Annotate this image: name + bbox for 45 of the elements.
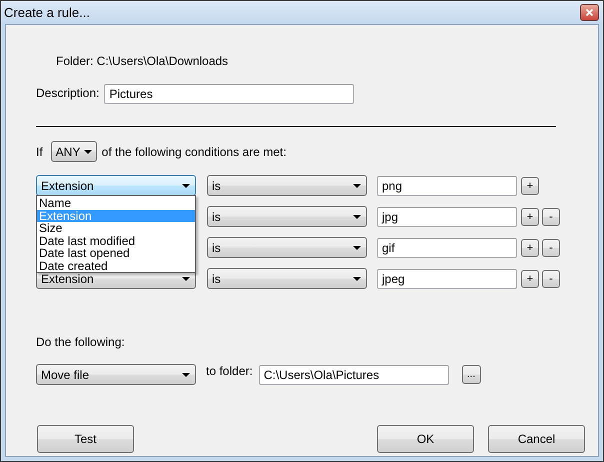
action-label: Do the following: (36, 335, 126, 349)
operator-dropdown[interactable]: is (207, 268, 367, 289)
operator-dropdown[interactable]: is (207, 206, 367, 227)
caret-icon (353, 214, 361, 218)
operator-dropdown[interactable]: is (207, 237, 367, 258)
action-dropdown[interactable]: Move file (36, 364, 196, 385)
dropdown-option[interactable]: Name (37, 197, 195, 210)
caret-icon (182, 372, 190, 376)
field-dropdown[interactable]: Extension (36, 175, 196, 196)
operator-dropdown[interactable]: is (207, 175, 367, 196)
caret-icon (353, 246, 361, 250)
test-button[interactable]: Test (37, 425, 134, 453)
folder-label: Folder: C:\Users\Ola\Downloads (56, 54, 230, 68)
dropdown-option[interactable]: Date last opened (37, 247, 195, 260)
caret-icon (353, 276, 361, 280)
cancel-button[interactable]: Cancel (488, 425, 585, 453)
caret-icon (84, 150, 92, 154)
match-dropdown[interactable]: ANY (50, 141, 97, 162)
browse-button[interactable]: ... (462, 365, 481, 384)
add-button[interactable]: + (521, 176, 539, 194)
value-field[interactable]: gif (377, 238, 517, 258)
close-icon (586, 9, 593, 16)
description-label: Description: (36, 86, 100, 100)
add-button[interactable]: + (521, 208, 539, 226)
description-field[interactable]: Pictures (104, 84, 354, 104)
caret-icon (353, 184, 361, 188)
ok-button[interactable]: OK (377, 425, 474, 453)
dropdown-option[interactable]: Date last modified (37, 234, 195, 247)
add-button[interactable]: + (521, 270, 539, 288)
value-field[interactable]: jpeg (377, 268, 517, 288)
conditions-label: of the following conditions are met: (102, 144, 286, 158)
dropdown-option[interactable]: Size (37, 222, 195, 234)
remove-button[interactable]: - (542, 208, 560, 226)
window-title: Create a rule... (4, 5, 90, 20)
value-field[interactable]: jpg (377, 206, 517, 226)
to-folder-label: to folder: (206, 364, 253, 378)
caret-icon (182, 184, 190, 188)
add-button[interactable]: + (521, 238, 539, 256)
remove-button[interactable]: - (542, 238, 560, 256)
if-label: If (36, 144, 43, 158)
folder-field[interactable]: C:\Users\Ola\Pictures (258, 364, 449, 384)
close-button[interactable] (580, 4, 599, 21)
remove-button[interactable]: - (542, 270, 560, 288)
caret-icon (182, 276, 190, 280)
value-field[interactable]: png (377, 176, 517, 196)
